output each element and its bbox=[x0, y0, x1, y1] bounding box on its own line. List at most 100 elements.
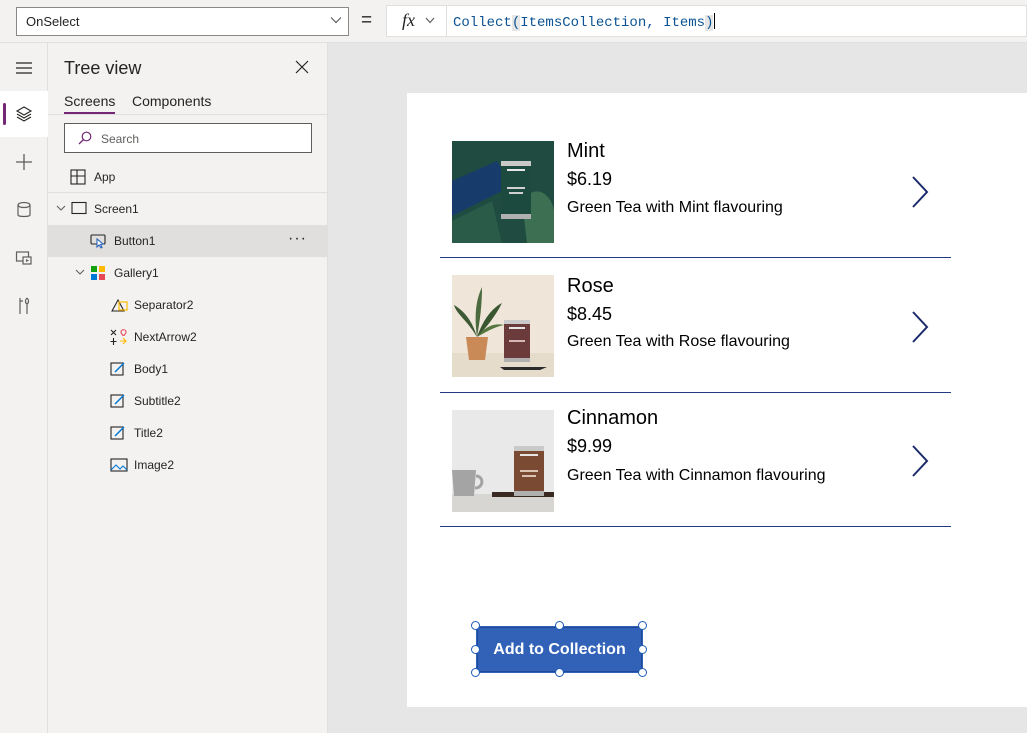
tab-components[interactable]: Components bbox=[132, 93, 211, 109]
divider bbox=[48, 114, 328, 115]
resize-handle[interactable] bbox=[638, 645, 647, 654]
search-placeholder: Search bbox=[101, 132, 140, 146]
shapes-icon bbox=[111, 298, 128, 312]
search-input[interactable]: Search bbox=[64, 123, 312, 153]
tab-screens[interactable]: Screens bbox=[64, 93, 116, 114]
icons-icon bbox=[110, 329, 127, 345]
chevron-right-icon[interactable] bbox=[910, 310, 930, 344]
item-price: $9.99 bbox=[567, 436, 613, 456]
more-options-icon[interactable]: ··· bbox=[288, 230, 307, 248]
separator bbox=[440, 257, 951, 258]
tree-node-image2[interactable]: Image2 bbox=[48, 449, 328, 481]
data-button[interactable] bbox=[0, 187, 48, 233]
tree-node-button1[interactable]: Button1 ··· bbox=[48, 225, 328, 257]
formula-input[interactable]: Collect(ItemsCollection, Items) bbox=[453, 13, 716, 31]
layers-icon bbox=[15, 106, 33, 122]
tree-node-label: Image2 bbox=[134, 458, 175, 472]
left-rail bbox=[0, 43, 48, 733]
formula-paren: ( bbox=[511, 15, 521, 31]
plus-icon bbox=[16, 154, 32, 170]
item-body: Green Tea with Rose flavouring bbox=[567, 333, 790, 350]
tree-node-screen1[interactable]: Screen1 bbox=[48, 193, 328, 225]
label-icon bbox=[110, 426, 125, 440]
formula-bar: OnSelect = fx Collect(ItemsCollection, I… bbox=[0, 0, 1027, 43]
tree-node-label: Separator2 bbox=[134, 298, 194, 312]
gallery-item[interactable]: Rose $8.45 Green Tea with Rose flavourin… bbox=[440, 259, 951, 393]
resize-handle[interactable] bbox=[471, 645, 480, 654]
insert-button[interactable] bbox=[0, 139, 48, 185]
resize-handle[interactable] bbox=[471, 668, 480, 677]
tree-node-subtitle2[interactable]: Subtitle2 bbox=[48, 385, 328, 417]
product-image bbox=[452, 141, 554, 243]
app-icon bbox=[70, 169, 86, 185]
text-caret bbox=[714, 13, 716, 29]
formula-box[interactable]: fx Collect(ItemsCollection, Items) bbox=[386, 5, 1027, 37]
tree-view-title: Tree view bbox=[64, 58, 142, 78]
item-price: $6.19 bbox=[567, 169, 613, 189]
property-dropdown[interactable]: OnSelect bbox=[16, 7, 349, 36]
tree-view-panel: Tree view Screens Components Search App … bbox=[48, 43, 328, 733]
tree-node-label: Button1 bbox=[114, 234, 156, 248]
database-icon bbox=[17, 201, 31, 218]
gallery-item[interactable]: Cinnamon $9.99 Green Tea with Cinnamon f… bbox=[440, 393, 951, 527]
chevron-down-icon bbox=[425, 17, 435, 24]
tools-icon bbox=[19, 297, 30, 314]
chevron-down-icon bbox=[330, 17, 342, 24]
label-icon bbox=[110, 394, 125, 408]
resize-handle[interactable] bbox=[638, 621, 647, 630]
gallery-item[interactable]: Mint $6.19 Green Tea with Mint flavourin… bbox=[440, 124, 951, 258]
tree-node-nextarrow2[interactable]: NextArrow2 bbox=[48, 321, 328, 353]
product-image bbox=[452, 410, 554, 512]
tree-node-label: NextArrow2 bbox=[134, 330, 197, 344]
tree-node-label: Title2 bbox=[134, 426, 163, 440]
formula-arg: ItemsCollection bbox=[520, 15, 647, 31]
tree-view-button[interactable] bbox=[0, 91, 48, 137]
hamburger-menu-icon bbox=[16, 62, 32, 74]
item-body: Green Tea with Mint flavouring bbox=[567, 199, 783, 216]
chevron-down-icon[interactable] bbox=[56, 205, 66, 212]
app-screen: Mint $6.19 Green Tea with Mint flavourin… bbox=[407, 93, 1027, 707]
formula-paren: ) bbox=[705, 15, 714, 31]
media-icon bbox=[15, 251, 32, 265]
equals-sign: = bbox=[361, 10, 373, 31]
screen-icon bbox=[71, 201, 87, 215]
advanced-tools-button[interactable] bbox=[0, 283, 48, 329]
item-price: $8.45 bbox=[567, 304, 613, 324]
fx-button[interactable]: fx bbox=[387, 6, 447, 36]
chevron-down-icon[interactable] bbox=[75, 269, 85, 276]
product-image bbox=[452, 275, 554, 377]
chevron-right-icon[interactable] bbox=[910, 175, 930, 209]
image-icon bbox=[110, 458, 128, 472]
resize-handle[interactable] bbox=[555, 668, 564, 677]
hamburger-menu-button[interactable] bbox=[0, 45, 48, 91]
cinnamon-tea-image bbox=[452, 410, 554, 512]
button-icon bbox=[90, 234, 106, 249]
tree-node-label: Screen1 bbox=[94, 202, 139, 216]
design-canvas: Mint $6.19 Green Tea with Mint flavourin… bbox=[329, 43, 1027, 733]
item-title: Mint bbox=[567, 140, 605, 162]
tree-node-label: Body1 bbox=[134, 362, 169, 376]
item-body: Green Tea with Cinnamon flavouring bbox=[567, 467, 826, 484]
tree-node-gallery1[interactable]: Gallery1 bbox=[48, 257, 328, 289]
chevron-right-icon[interactable] bbox=[910, 444, 930, 478]
tree-node-app[interactable]: App bbox=[48, 161, 328, 193]
add-to-collection-button[interactable]: Add to Collection bbox=[477, 627, 642, 672]
search-icon bbox=[78, 131, 92, 145]
formula-comma: , bbox=[646, 15, 664, 31]
media-button[interactable] bbox=[0, 235, 48, 281]
item-title: Rose bbox=[567, 275, 614, 297]
resize-handle[interactable] bbox=[638, 668, 647, 677]
resize-handle[interactable] bbox=[555, 621, 564, 630]
resize-handle[interactable] bbox=[471, 621, 480, 630]
close-icon[interactable] bbox=[295, 60, 309, 74]
tree-node-title2[interactable]: Title2 bbox=[48, 417, 328, 449]
tree-node-label: Gallery1 bbox=[114, 266, 159, 280]
property-value: OnSelect bbox=[26, 14, 80, 29]
item-title: Cinnamon bbox=[567, 407, 659, 429]
tree-node-body1[interactable]: Body1 bbox=[48, 353, 328, 385]
tree-node-separator2[interactable]: Separator2 bbox=[48, 289, 328, 321]
tree-node-label: Subtitle2 bbox=[134, 394, 181, 408]
separator bbox=[440, 526, 951, 527]
label-icon bbox=[110, 362, 125, 376]
fx-icon: fx bbox=[402, 10, 415, 30]
